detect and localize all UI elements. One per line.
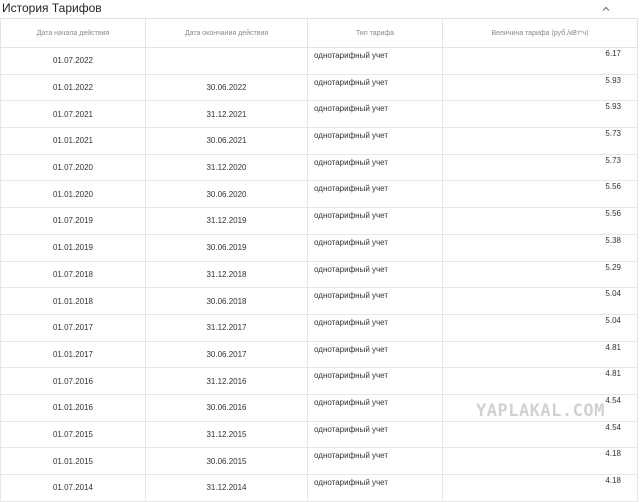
cell-tariff-type: однотарифный учет (307, 314, 443, 342)
cell-end-date: 30.06.2016 (145, 394, 308, 422)
cell-end-date: 31.12.2014 (145, 474, 308, 502)
chevron-up-icon (602, 6, 610, 11)
table-row: 01.01.2016 30.06.2016 однотарифный учет 4.5… (0, 394, 638, 422)
table-row: 01.07.2020 31.12.2020 однотарифный учет 5.7… (0, 154, 638, 182)
cell-end-date (145, 47, 308, 75)
cell-start-date: 01.07.2020 (0, 154, 146, 182)
cell-start-date: 01.01.2020 (0, 180, 146, 209)
table-row: 01.07.2022 однотарифный учет 6.17 (0, 47, 638, 75)
cell-end-date: 30.06.2017 (145, 341, 308, 369)
table-row: 01.01.2022 30.06.2022 однотарифный учет 5.9… (0, 74, 638, 102)
cell-tariff-value: 5.73 (442, 127, 638, 155)
table-body: 01.07.2022 однотарифный учет 6.17 01.01.202… (0, 47, 638, 502)
panel-title: История Тарифов (2, 1, 102, 15)
cell-tariff-value: 5.04 (442, 314, 638, 342)
column-header-start-date: Дата начала действия (0, 18, 146, 48)
cell-tariff-value: 5.93 (442, 100, 638, 129)
cell-start-date: 01.01.2021 (0, 127, 146, 155)
cell-tariff-value: 4.18 (442, 447, 638, 475)
table-row: 01.01.2019 30.06.2019 однотарифный учет 5.3… (0, 234, 638, 262)
cell-tariff-value: 5.56 (442, 180, 638, 209)
cell-start-date: 01.07.2017 (0, 314, 146, 342)
table-row: 01.01.2021 30.06.2021 однотарифный учет 5.7… (0, 127, 638, 155)
cell-tariff-value: 4.81 (442, 341, 638, 369)
cell-end-date: 30.06.2020 (145, 180, 308, 209)
cell-tariff-value: 5.56 (442, 207, 638, 235)
cell-tariff-type: однотарифный учет (307, 154, 443, 182)
cell-tariff-type: однотарифный учет (307, 394, 443, 422)
cell-tariff-type: однотарифный учет (307, 421, 443, 449)
cell-start-date: 01.07.2018 (0, 261, 146, 289)
cell-end-date: 30.06.2019 (145, 234, 308, 262)
cell-tariff-value: 4.18 (442, 474, 638, 502)
cell-tariff-type: однотарифный учет (307, 287, 443, 315)
cell-tariff-type: однотарифный учет (307, 474, 443, 502)
table-row: 01.07.2018 31.12.2018 однотарифный учет 5.2… (0, 261, 638, 289)
cell-start-date: 01.01.2017 (0, 341, 146, 369)
column-header-tariff-value: Величина тарифа (руб./кВт*ч) (442, 18, 638, 48)
cell-start-date: 01.07.2022 (0, 47, 146, 75)
cell-tariff-type: однотарифный учет (307, 447, 443, 475)
cell-end-date: 31.12.2020 (145, 154, 308, 182)
table-header-row: Дата начала действия Дата окончания дейс… (0, 18, 638, 48)
cell-end-date: 31.12.2019 (145, 207, 308, 235)
column-header-tariff-type: Тип тарифа (307, 18, 443, 48)
cell-start-date: 01.01.2016 (0, 394, 146, 422)
cell-start-date: 01.07.2015 (0, 421, 146, 449)
table-row: 01.07.2016 31.12.2016 однотарифный учет 4.8… (0, 367, 638, 395)
cell-tariff-type: однотарифный учет (307, 341, 443, 369)
cell-tariff-value: 5.29 (442, 261, 638, 289)
cell-tariff-value: 5.73 (442, 154, 638, 182)
table-row: 01.07.2019 31.12.2019 однотарифный учет 5.5… (0, 207, 638, 235)
cell-tariff-type: однотарифный учет (307, 180, 443, 209)
cell-tariff-value: 4.54 (442, 421, 638, 449)
cell-start-date: 01.07.2019 (0, 207, 146, 235)
column-header-end-date: Дата окончания действия (145, 18, 308, 48)
table-row: 01.01.2020 30.06.2020 однотарифный учет 5.5… (0, 180, 638, 209)
cell-tariff-value: 5.04 (442, 287, 638, 315)
table-row: 01.01.2018 30.06.2018 однотарифный учет 5.0… (0, 287, 638, 315)
cell-start-date: 01.07.2016 (0, 367, 146, 395)
table-row: 01.07.2017 31.12.2017 однотарифный учет 5.0… (0, 314, 638, 342)
cell-tariff-type: однотарифный учет (307, 74, 443, 102)
cell-end-date: 31.12.2015 (145, 421, 308, 449)
table-row: 01.07.2014 31.12.2014 однотарифный учет 4.1… (0, 474, 638, 502)
cell-tariff-value: 5.38 (442, 234, 638, 262)
cell-start-date: 01.01.2022 (0, 74, 146, 102)
cell-start-date: 01.01.2015 (0, 447, 146, 475)
cell-tariff-value: 4.54 (442, 394, 638, 422)
cell-tariff-value: 5.93 (442, 74, 638, 102)
cell-end-date: 30.06.2021 (145, 127, 308, 155)
cell-start-date: 01.07.2021 (0, 100, 146, 129)
table-row: 01.01.2017 30.06.2017 однотарифный учет 4.8… (0, 341, 638, 369)
cell-tariff-value: 6.17 (442, 47, 638, 75)
cell-start-date: 01.07.2014 (0, 474, 146, 502)
table-row: 01.01.2015 30.06.2015 однотарифный учет 4.1… (0, 447, 638, 475)
cell-end-date: 30.06.2018 (145, 287, 308, 315)
cell-end-date: 31.12.2018 (145, 261, 308, 289)
cell-tariff-type: однотарифный учет (307, 367, 443, 395)
cell-end-date: 31.12.2016 (145, 367, 308, 395)
cell-tariff-type: однотарифный учет (307, 127, 443, 155)
cell-start-date: 01.01.2018 (0, 287, 146, 315)
cell-tariff-type: однотарифный учет (307, 261, 443, 289)
cell-tariff-value: 4.81 (442, 367, 638, 395)
table-row: 01.07.2021 31.12.2021 однотарифный учет 5.9… (0, 100, 638, 129)
table-row: 01.07.2015 31.12.2015 однотарифный учет 4.5… (0, 421, 638, 449)
collapse-button[interactable] (600, 4, 612, 14)
cell-tariff-type: однотарифный учет (307, 100, 443, 129)
tariff-history-table-container: Дата начала действия Дата окончания дейс… (0, 18, 640, 502)
cell-end-date: 30.06.2015 (145, 447, 308, 475)
cell-end-date: 30.06.2022 (145, 74, 308, 102)
cell-tariff-type: однотарифный учет (307, 234, 443, 262)
cell-start-date: 01.01.2019 (0, 234, 146, 262)
cell-tariff-type: однотарифный учет (307, 207, 443, 235)
panel-header: История Тарифов (0, 0, 640, 18)
cell-end-date: 31.12.2017 (145, 314, 308, 342)
cell-tariff-type: однотарифный учет (307, 47, 443, 75)
tariff-history-table: Дата начала действия Дата окончания дейс… (0, 18, 638, 502)
cell-end-date: 31.12.2021 (145, 100, 308, 129)
